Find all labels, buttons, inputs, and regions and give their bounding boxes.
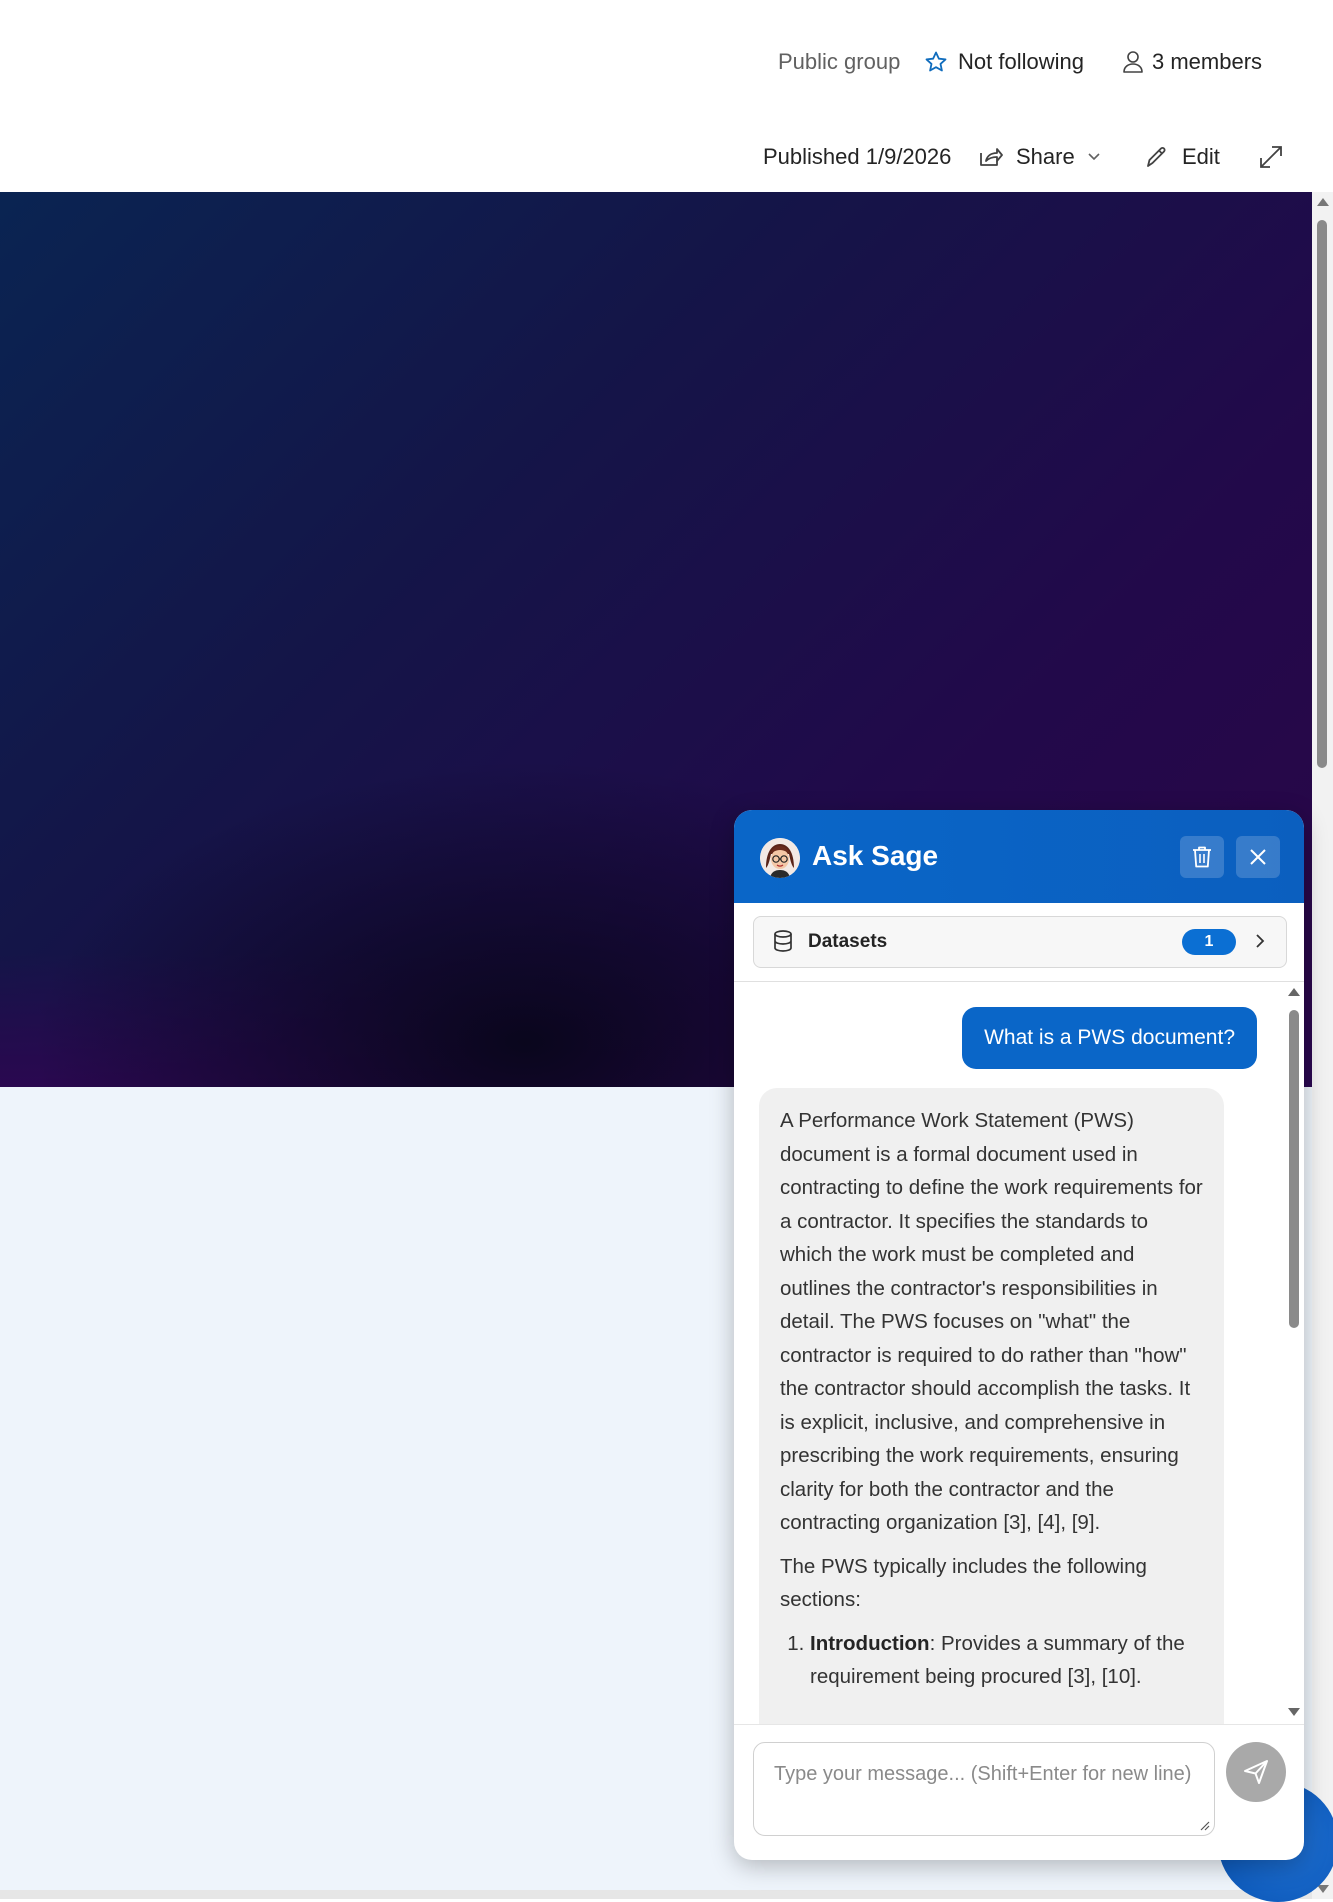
published-date: Published 1/9/2026 bbox=[763, 144, 952, 169]
datasets-selector[interactable]: Datasets 1 bbox=[753, 916, 1287, 968]
list-item-term: Introduction bbox=[810, 1631, 930, 1655]
user-message-bubble: What is a PWS document? bbox=[962, 1007, 1257, 1069]
share-icon bbox=[980, 148, 1003, 166]
close-icon bbox=[1250, 849, 1266, 865]
message-list: What is a PWS document? A Performance Wo… bbox=[734, 982, 1304, 1724]
follow-label: Not following bbox=[958, 49, 1084, 74]
site-header: Public group Not following 3 members Pub… bbox=[0, 0, 1333, 192]
message-input[interactable] bbox=[754, 1743, 1214, 1835]
share-label: Share bbox=[1016, 144, 1075, 169]
message-scroll-down-icon[interactable] bbox=[1288, 1708, 1300, 1716]
edit-button[interactable]: Edit bbox=[1144, 139, 1220, 175]
avatar-image bbox=[760, 838, 800, 878]
send-icon bbox=[1244, 1760, 1268, 1784]
share-button[interactable]: Share bbox=[978, 139, 1101, 175]
horizontal-scrollbar[interactable] bbox=[0, 1890, 1312, 1899]
message-scrollbar[interactable] bbox=[1284, 982, 1304, 1724]
assistant-paragraph: A Performance Work Statement (PWS) docum… bbox=[780, 1109, 1203, 1534]
pencil-icon bbox=[1147, 147, 1166, 167]
chevron-right-icon bbox=[1256, 934, 1265, 948]
chevron-down-icon bbox=[1088, 153, 1100, 161]
members-button[interactable]: 3 members bbox=[1122, 44, 1262, 80]
sage-avatar bbox=[760, 838, 800, 878]
page-scroll-thumb[interactable] bbox=[1317, 220, 1327, 768]
chat-header: Ask Sage bbox=[734, 810, 1304, 903]
trash-icon bbox=[1193, 846, 1211, 868]
assistant-list: Introduction: Provides a summary of the … bbox=[780, 1627, 1203, 1694]
page-scrollbar[interactable] bbox=[1312, 192, 1333, 1899]
page-command-bar: Published 1/9/2026 Share Edit bbox=[0, 139, 1333, 175]
clear-chat-button[interactable] bbox=[1180, 836, 1224, 878]
members-label: 3 members bbox=[1152, 49, 1263, 74]
close-chat-button[interactable] bbox=[1236, 836, 1280, 878]
send-button[interactable] bbox=[1226, 1742, 1286, 1802]
assistant-paragraph: The PWS typically includes the following… bbox=[780, 1554, 1147, 1612]
edit-label: Edit bbox=[1182, 144, 1220, 169]
message-scroll-up-icon[interactable] bbox=[1288, 988, 1300, 996]
assistant-message-bubble: A Performance Work Statement (PWS) docum… bbox=[759, 1088, 1224, 1724]
composer-divider bbox=[734, 1724, 1304, 1725]
message-scroll-thumb[interactable] bbox=[1289, 1010, 1299, 1328]
datasets-label: Datasets bbox=[808, 931, 888, 952]
expand-button[interactable] bbox=[1258, 139, 1284, 175]
message-input-box bbox=[753, 1742, 1215, 1836]
group-privacy-label: Public group bbox=[778, 49, 901, 74]
chat-title: Ask Sage bbox=[812, 840, 939, 871]
database-icon bbox=[774, 930, 792, 952]
ask-sage-chat-panel: Ask Sage Datasets 1 What is a PWS docume… bbox=[734, 810, 1304, 1860]
resize-grip-icon[interactable] bbox=[1198, 1819, 1210, 1831]
datasets-count-badge: 1 bbox=[1182, 929, 1236, 955]
scroll-up-arrow-icon[interactable] bbox=[1317, 198, 1329, 206]
list-item: Introduction: Provides a summary of the … bbox=[810, 1627, 1203, 1694]
group-info-bar: Public group Not following 3 members bbox=[0, 44, 1333, 80]
person-icon bbox=[1123, 51, 1143, 73]
expand-icon bbox=[1260, 146, 1282, 168]
follow-button[interactable]: Not following bbox=[924, 44, 1084, 80]
star-icon bbox=[925, 51, 947, 72]
scroll-down-arrow-icon[interactable] bbox=[1317, 1885, 1329, 1893]
